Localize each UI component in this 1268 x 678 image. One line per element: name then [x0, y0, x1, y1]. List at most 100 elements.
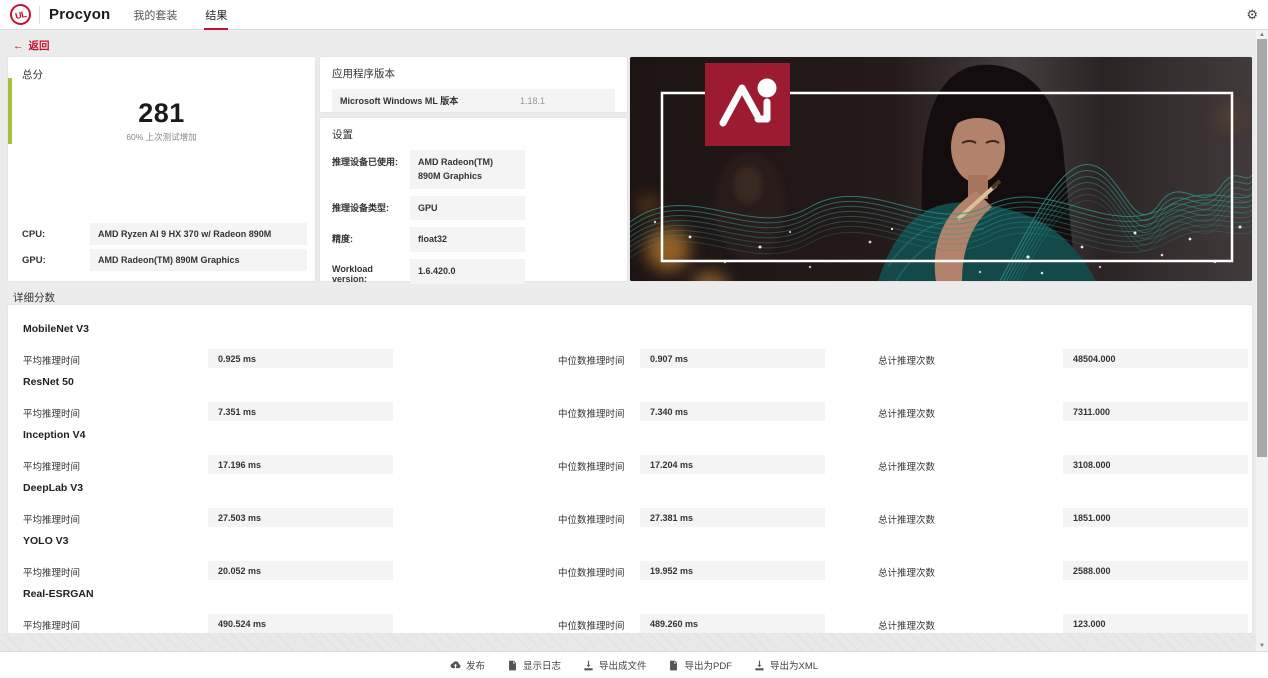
count-value: 1851.000 — [1063, 508, 1248, 527]
scrollbar-down-arrow[interactable]: ▼ — [1256, 641, 1268, 651]
metric-row: 平均推理时间 0.925 ms 中位数推理时间 0.907 ms 总计推理次数 … — [8, 349, 1252, 368]
workload-version-value: 1.6.420.0 — [410, 259, 525, 284]
model-group-deeplab: DeepLab V3 平均推理时间 27.503 ms 中位数推理时间 27.3… — [8, 476, 1252, 529]
avg-time-label: 平均推理时间 — [23, 618, 80, 632]
log-document-icon — [507, 660, 518, 671]
workload-version-row: Workload version: 1.6.420.0 — [332, 259, 615, 284]
hero-banner-image — [630, 57, 1252, 281]
cpu-spec-row: CPU: AMD Ryzen AI 9 HX 370 w/ Radeon 890… — [22, 223, 307, 245]
export-xml-label: 导出为XML — [770, 658, 818, 672]
export-xml-button[interactable]: 导出为XML — [754, 658, 818, 672]
model-name: DeepLab V3 — [23, 476, 1237, 494]
brand-title: Procyon — [49, 6, 110, 23]
metric-row: 平均推理时间 17.196 ms 中位数推理时间 17.204 ms 总计推理次… — [8, 455, 1252, 474]
app-header: UL Procyon 我的套装 结果 ⚙ — [0, 0, 1268, 30]
cpu-value: AMD Ryzen AI 9 HX 370 w/ Radeon 890M — [90, 223, 307, 245]
model-name: YOLO V3 — [23, 529, 1237, 547]
device-type-row: 推理设备类型: GPU — [332, 196, 615, 220]
avg-time-value: 27.503 ms — [208, 508, 393, 527]
median-time-label: 中位数推理时间 — [558, 353, 625, 367]
count-label: 总计推理次数 — [878, 406, 935, 420]
detailed-scores-card: MobileNet V3 平均推理时间 0.925 ms 中位数推理时间 0.9… — [8, 305, 1252, 633]
median-time-value: 0.907 ms — [640, 349, 825, 368]
model-group-mobilenet: MobileNet V3 平均推理时间 0.925 ms 中位数推理时间 0.9… — [8, 317, 1252, 370]
model-name: Real-ESRGAN — [23, 582, 1237, 600]
windows-ml-version-value: 1.18.1 — [520, 96, 545, 106]
show-log-button[interactable]: 显示日志 — [507, 658, 561, 672]
avg-time-value: 20.052 ms — [208, 561, 393, 580]
model-group-resnet: ResNet 50 平均推理时间 7.351 ms 中位数推理时间 7.340 … — [8, 370, 1252, 423]
count-label: 总计推理次数 — [878, 565, 935, 579]
count-value: 48504.000 — [1063, 349, 1248, 368]
avg-time-value: 7.351 ms — [208, 402, 393, 421]
app-version-row: Microsoft Windows ML 版本 1.18.1 — [332, 89, 615, 112]
back-row: ← 返回 — [13, 38, 50, 53]
median-time-value: 27.381 ms — [640, 508, 825, 527]
median-time-value: 7.340 ms — [640, 402, 825, 421]
inference-device-label: 推理设备已使用: — [332, 150, 410, 189]
avg-time-label: 平均推理时间 — [23, 565, 80, 579]
download-icon — [754, 660, 765, 671]
count-label: 总计推理次数 — [878, 512, 935, 526]
avg-time-label: 平均推理时间 — [23, 459, 80, 473]
median-time-value: 17.204 ms — [640, 455, 825, 474]
publish-button[interactable]: 发布 — [450, 658, 485, 672]
inference-device-value: AMD Radeon(TM) 890M Graphics — [410, 150, 525, 189]
tab-my-suites[interactable]: 我的套装 — [132, 0, 178, 31]
median-time-value: 19.952 ms — [640, 561, 825, 580]
median-time-label: 中位数推理时间 — [558, 406, 625, 420]
vertical-scrollbar[interactable]: ▲ ▼ — [1256, 30, 1268, 651]
count-label: 总计推理次数 — [878, 353, 935, 367]
metric-row: 平均推理时间 490.524 ms 中位数推理时间 489.260 ms 总计推… — [8, 614, 1252, 633]
model-name: ResNet 50 — [23, 370, 1237, 388]
count-value: 7311.000 — [1063, 402, 1248, 421]
median-time-label: 中位数推理时间 — [558, 618, 625, 632]
model-group-inception: Inception V4 平均推理时间 17.196 ms 中位数推理时间 17… — [8, 423, 1252, 476]
ul-logo-icon: UL — [8, 2, 33, 27]
back-button[interactable]: ← 返回 — [13, 38, 50, 53]
cpu-label: CPU: — [22, 229, 90, 240]
export-pdf-label: 导出为PDF — [684, 658, 732, 672]
scrollbar-thumb[interactable] — [1257, 39, 1267, 457]
export-file-label: 导出成文件 — [599, 658, 647, 672]
ai-badge-icon — [705, 63, 790, 146]
ul-logo-text: UL — [14, 8, 27, 20]
windows-ml-version-label: Microsoft Windows ML 版本 — [340, 94, 458, 107]
score-card-title: 总分 — [22, 67, 301, 82]
avg-time-value: 0.925 ms — [208, 349, 393, 368]
detailed-scores-title: 详细分数 — [13, 290, 55, 305]
app-version-title: 应用程序版本 — [332, 66, 615, 81]
show-log-label: 显示日志 — [523, 658, 561, 672]
count-value: 123.000 — [1063, 614, 1248, 633]
brand-divider — [39, 6, 40, 24]
median-time-value: 489.260 ms — [640, 614, 825, 633]
export-file-button[interactable]: 导出成文件 — [583, 658, 647, 672]
avg-time-value: 17.196 ms — [208, 455, 393, 474]
count-value: 2588.000 — [1063, 561, 1248, 580]
score-comparison-text: 60% 上次测试增加 — [22, 131, 301, 143]
download-icon — [583, 660, 594, 671]
hero-illustration — [630, 57, 1252, 281]
settings-card: 设置 推理设备已使用: AMD Radeon(TM) 890M Graphics… — [320, 118, 627, 281]
median-time-label: 中位数推理时间 — [558, 512, 625, 526]
avg-time-label: 平均推理时间 — [23, 406, 80, 420]
tab-results[interactable]: 结果 — [204, 0, 228, 31]
device-type-label: 推理设备类型: — [332, 196, 410, 220]
system-specs: CPU: AMD Ryzen AI 9 HX 370 w/ Radeon 890… — [22, 219, 307, 271]
workload-version-label: Workload version: — [332, 259, 410, 284]
overall-score-value: 281 — [22, 98, 301, 129]
metric-row: 平均推理时间 7.351 ms 中位数推理时间 7.340 ms 总计推理次数 … — [8, 402, 1252, 421]
export-pdf-button[interactable]: 导出为PDF — [668, 658, 732, 672]
settings-rows: 推理设备已使用: AMD Radeon(TM) 890M Graphics 推理… — [332, 150, 615, 284]
window-reflection — [714, 152, 786, 262]
footer-toolbar: 发布 显示日志 导出成文件 导出为PDF 导出为XML — [0, 651, 1268, 678]
gpu-label: GPU: — [22, 255, 90, 266]
count-label: 总计推理次数 — [878, 459, 935, 473]
median-time-label: 中位数推理时间 — [558, 565, 625, 579]
model-name: Inception V4 — [23, 423, 1237, 441]
back-arrow-icon: ← — [13, 40, 24, 52]
gear-icon[interactable]: ⚙ — [1246, 8, 1258, 21]
inference-device-row: 推理设备已使用: AMD Radeon(TM) 890M Graphics — [332, 150, 615, 189]
device-type-value: GPU — [410, 196, 525, 220]
metric-row: 平均推理时间 27.503 ms 中位数推理时间 27.381 ms 总计推理次… — [8, 508, 1252, 527]
